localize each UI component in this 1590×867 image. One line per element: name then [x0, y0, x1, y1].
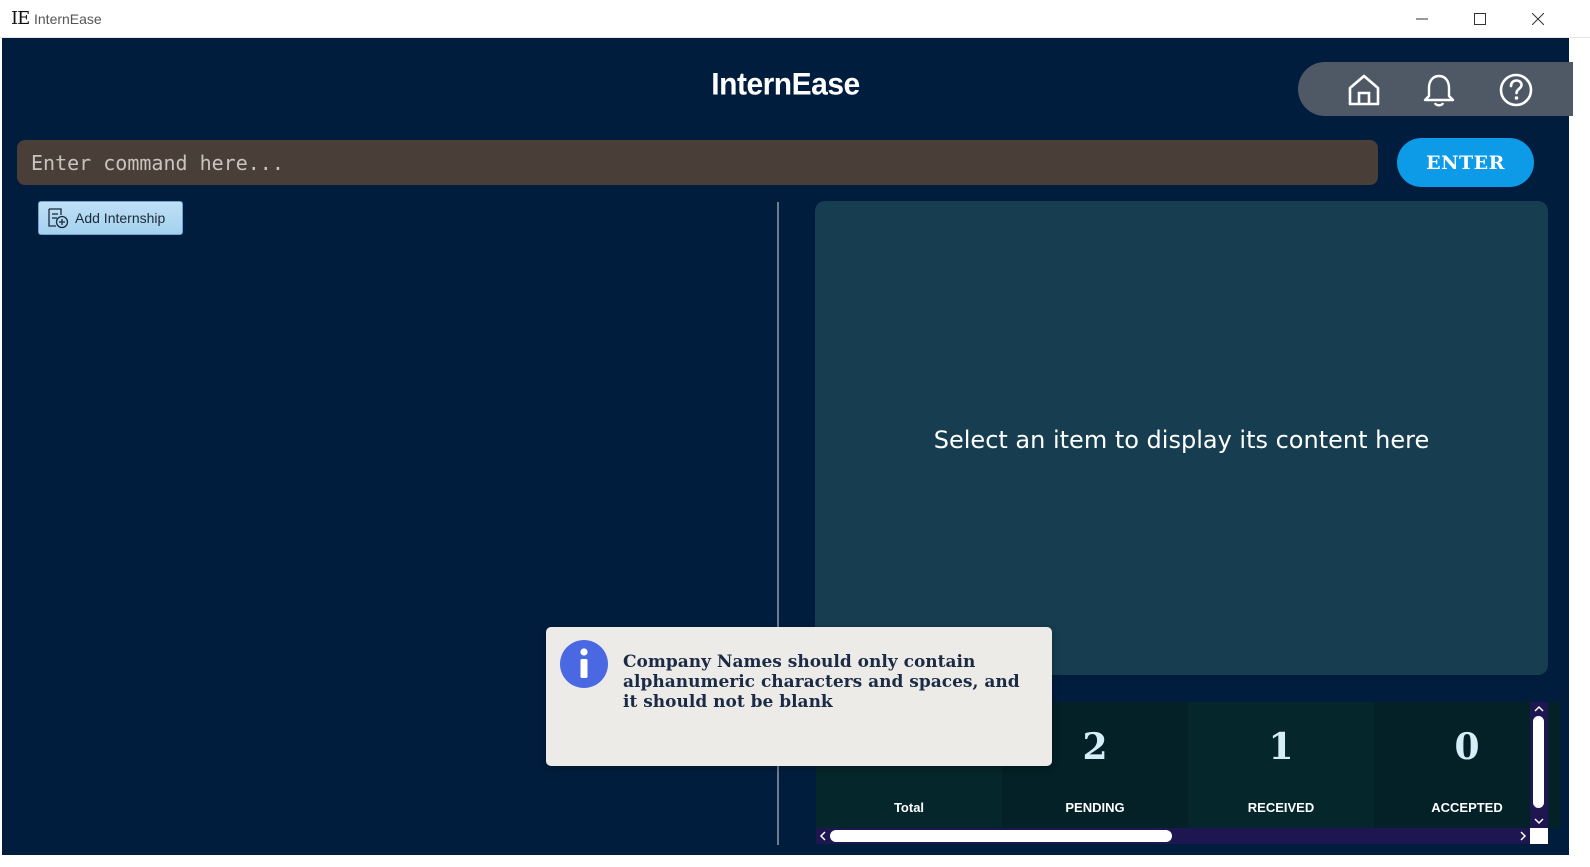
- window-titlebar: IE InternEase: [0, 0, 1590, 38]
- info-icon: [560, 640, 608, 688]
- app-logo: IE: [11, 8, 30, 29]
- help-button[interactable]: [1496, 70, 1536, 110]
- chevron-up-icon[interactable]: [1530, 704, 1548, 714]
- maximize-button[interactable]: [1457, 0, 1503, 38]
- stat-label: Total: [893, 800, 925, 815]
- stat-value: 1: [1268, 726, 1294, 768]
- stats-vertical-scrollbar[interactable]: [1530, 702, 1548, 828]
- chevron-left-icon[interactable]: [818, 828, 828, 844]
- minimize-icon: [1416, 18, 1428, 20]
- scrollbar-corner: [1530, 828, 1548, 844]
- notifications-button[interactable]: [1419, 70, 1459, 110]
- command-input[interactable]: [17, 140, 1378, 185]
- bell-icon: [1423, 74, 1455, 107]
- add-document-icon: [48, 208, 69, 229]
- detail-panel: Select an item to display its content he…: [815, 201, 1548, 675]
- window-title: InternEase: [34, 11, 102, 27]
- enter-button[interactable]: ENTER: [1397, 138, 1534, 187]
- popup-message: Company Names should only contain alphan…: [623, 652, 1020, 712]
- window-border: [0, 855, 1569, 867]
- window-border: [1569, 38, 1590, 867]
- stat-received: 1 RECEIVED: [1188, 702, 1374, 828]
- stat-label: RECEIVED: [1247, 800, 1315, 815]
- info-popup[interactable]: Company Names should only contain alphan…: [546, 627, 1052, 766]
- stat-label: PENDING: [1065, 800, 1125, 815]
- home-icon: [1348, 74, 1380, 106]
- scrollbar-thumb[interactable]: [830, 830, 1172, 842]
- chevron-right-icon[interactable]: [1518, 828, 1528, 844]
- chevron-down-icon[interactable]: [1530, 816, 1548, 826]
- home-button[interactable]: [1344, 70, 1384, 110]
- add-internship-button[interactable]: Add Internship: [38, 201, 183, 235]
- maximize-icon: [1474, 13, 1486, 25]
- detail-placeholder: Select an item to display its content he…: [933, 426, 1430, 454]
- scrollbar-thumb[interactable]: [1533, 716, 1544, 808]
- nav-bar: [1298, 62, 1573, 116]
- close-icon: [1532, 13, 1544, 25]
- add-internship-label: Add Internship: [75, 210, 166, 226]
- close-button[interactable]: [1515, 0, 1561, 38]
- minimize-button[interactable]: [1399, 0, 1445, 38]
- stats-horizontal-scrollbar[interactable]: [816, 828, 1530, 844]
- help-icon: [1499, 73, 1533, 107]
